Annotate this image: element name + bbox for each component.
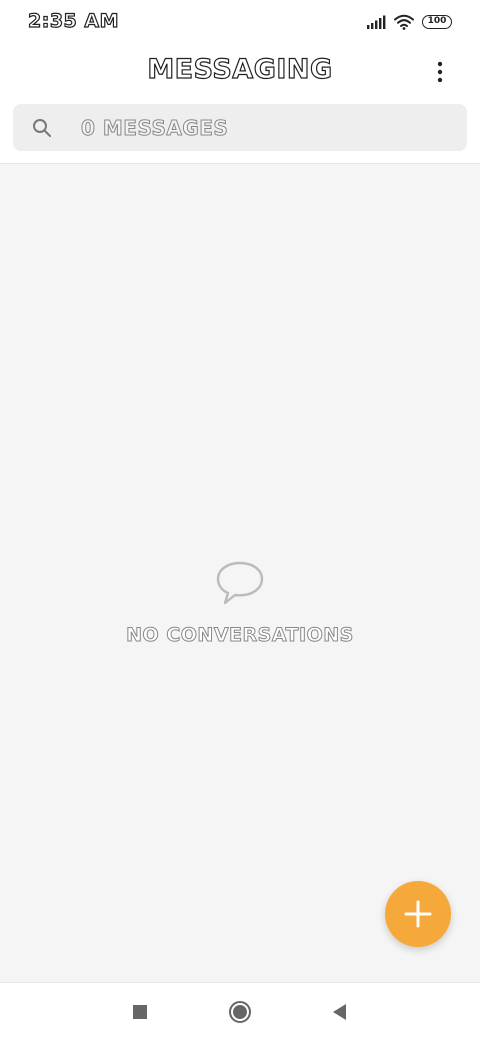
signal-icon (367, 15, 386, 29)
battery-icon: 100 (422, 15, 452, 29)
page-title: MESSAGING (147, 53, 333, 85)
conversation-list: NO CONVERSATIONS (0, 165, 480, 982)
more-vert-icon (437, 61, 443, 83)
navigation-bar (0, 982, 480, 1040)
search-area: 0 MESSAGES (0, 98, 480, 164)
search-icon (33, 119, 51, 137)
status-icons: 100 (366, 12, 452, 32)
back-button[interactable] (327, 1000, 351, 1024)
app-header: MESSAGING (0, 44, 480, 98)
more-options-button[interactable] (424, 56, 456, 88)
chat-bubble-icon (216, 561, 264, 605)
search-box[interactable]: 0 MESSAGES (13, 104, 467, 151)
recents-button[interactable] (128, 1000, 152, 1024)
status-bar: 2:35 AM 100 (0, 0, 480, 44)
back-triangle-icon (333, 1004, 346, 1020)
search-input[interactable] (67, 104, 447, 151)
recents-square-icon (133, 1005, 147, 1019)
status-time: 2:35 AM (27, 9, 119, 32)
empty-state-text: NO CONVERSATIONS (126, 624, 354, 647)
battery-level: 100 (427, 16, 447, 26)
plus-icon (404, 900, 432, 928)
wifi-icon (394, 14, 414, 30)
new-conversation-button[interactable] (385, 881, 451, 947)
home-button[interactable] (228, 1000, 252, 1024)
home-circle-icon (229, 1001, 251, 1023)
